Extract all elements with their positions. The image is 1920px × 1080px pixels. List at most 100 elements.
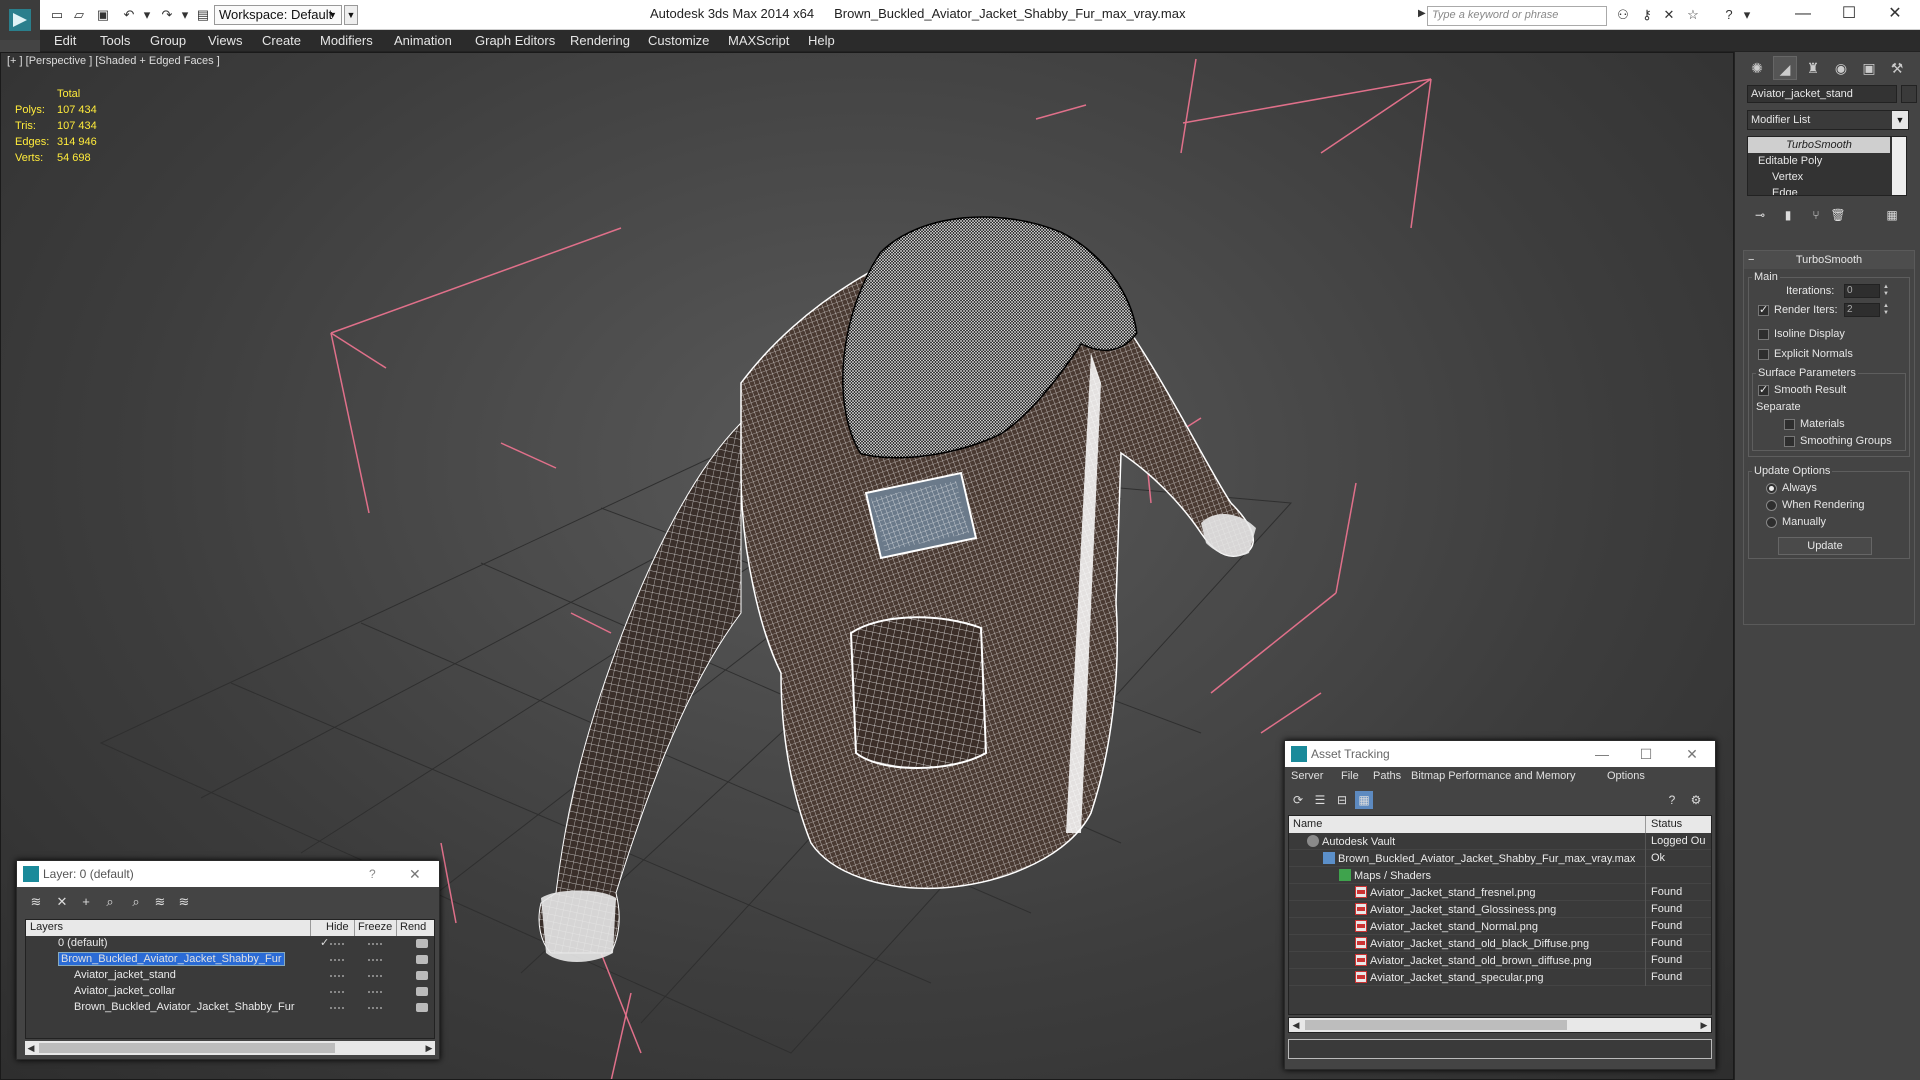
modifier-list-dropdown[interactable]: Modifier List ▼ xyxy=(1747,110,1909,130)
table-row[interactable]: Aviator_Jacket_stand_old_brown_diffuse.p… xyxy=(1289,952,1711,969)
menu-edit[interactable]: Edit xyxy=(54,33,76,48)
menu-rendering[interactable]: Rendering xyxy=(570,33,630,48)
communication-icon[interactable]: ✕ xyxy=(1660,6,1678,24)
render-teapot-icon[interactable] xyxy=(416,955,428,964)
redo-icon[interactable]: ↷ xyxy=(158,6,176,24)
pin-stack-icon[interactable]: ⊸ xyxy=(1751,206,1769,224)
column-name[interactable]: Name xyxy=(1293,818,1322,830)
help-dropdown-icon[interactable]: ▾ xyxy=(1738,6,1756,24)
layer-row[interactable]: Aviator_jacket_collar xyxy=(26,984,434,1000)
maximize-button[interactable]: ☐ xyxy=(1631,741,1661,767)
close-button[interactable]: ✕ xyxy=(1677,741,1707,767)
menu-graph-editors[interactable]: Graph Editors xyxy=(475,33,555,48)
explicit-normals-checkbox[interactable] xyxy=(1758,349,1769,360)
column-render[interactable]: Rend xyxy=(400,921,426,933)
render-teapot-icon[interactable] xyxy=(416,939,428,948)
menu-options[interactable]: Options xyxy=(1607,770,1645,782)
table-row[interactable]: Brown_Buckled_Aviator_Jacket_Shabby_Fur_… xyxy=(1289,850,1711,867)
viewport-label[interactable]: [+ ] [Perspective ] [Shaded + Edged Face… xyxy=(7,55,220,67)
display-tab-icon[interactable]: ▣ xyxy=(1857,56,1881,80)
layer-row[interactable]: Brown_Buckled_Aviator_Jacket_Shabby_Fur xyxy=(26,952,434,968)
scroll-thumb[interactable] xyxy=(1305,1020,1567,1030)
scroll-right-icon[interactable]: ▶ xyxy=(1697,1018,1711,1032)
undo-icon[interactable]: ↶ xyxy=(120,6,138,24)
manually-radio[interactable] xyxy=(1766,517,1777,528)
render-teapot-icon[interactable] xyxy=(416,987,428,996)
layer-row[interactable]: 0 (default) ✓ xyxy=(26,936,434,952)
update-button[interactable]: Update xyxy=(1778,537,1872,555)
asset-tracking-titlebar[interactable]: Asset Tracking — ☐ ✕ xyxy=(1285,741,1715,767)
favorites-star-icon[interactable]: ☆ xyxy=(1684,6,1702,24)
layer-horizontal-scrollbar[interactable]: ◀ ▶ xyxy=(25,1041,435,1055)
binoculars-icon[interactable]: ⚇ xyxy=(1614,6,1632,24)
menu-maxscript[interactable]: MAXScript xyxy=(728,33,789,48)
layer-row[interactable]: Brown_Buckled_Aviator_Jacket_Shabby_Fur xyxy=(26,1000,434,1016)
scroll-thumb[interactable] xyxy=(39,1043,335,1053)
when-rendering-radio[interactable] xyxy=(1766,500,1777,511)
save-file-icon[interactable]: ▣ xyxy=(94,6,112,24)
object-color-swatch[interactable] xyxy=(1901,85,1917,103)
menu-bitmap-performance[interactable]: Bitmap Performance and Memory xyxy=(1411,770,1575,782)
table-row[interactable]: Aviator_Jacket_stand_Glossiness.png Foun… xyxy=(1289,901,1711,918)
close-button[interactable]: ✕ xyxy=(409,861,421,887)
configure-sets-icon[interactable]: ▦ xyxy=(1883,206,1901,224)
create-tab-icon[interactable]: ✺ xyxy=(1745,56,1769,80)
smooth-result-checkbox[interactable] xyxy=(1758,383,1769,396)
spinner-arrows-icon[interactable]: ▲ ▼ xyxy=(1882,303,1890,317)
spinner-arrows-icon[interactable]: ▲ ▼ xyxy=(1882,284,1890,298)
stack-item-edge[interactable]: Edge xyxy=(1748,185,1890,195)
render-teapot-icon[interactable] xyxy=(416,1003,428,1012)
menu-customize[interactable]: Customize xyxy=(648,33,709,48)
asset-path-field[interactable] xyxy=(1288,1039,1712,1059)
app-menu-button[interactable] xyxy=(0,0,40,40)
help-icon[interactable]: ? xyxy=(1663,791,1681,809)
layer-row[interactable]: Aviator_jacket_stand xyxy=(26,968,434,984)
motion-tab-icon[interactable]: ◉ xyxy=(1829,56,1853,80)
layer-explorer-titlebar[interactable]: Layer: 0 (default) ? ✕ xyxy=(17,861,439,887)
render-iters-spinner[interactable]: 2 xyxy=(1844,303,1880,317)
make-unique-icon[interactable]: ⑂ xyxy=(1807,206,1825,224)
column-status[interactable]: Status xyxy=(1651,818,1682,830)
set-current-layer-icon[interactable]: ≋ xyxy=(151,893,169,911)
project-folder-icon[interactable]: ▤ xyxy=(194,6,212,24)
stack-item-vertex[interactable]: Vertex xyxy=(1748,169,1890,185)
refresh-icon[interactable]: ⟳ xyxy=(1289,791,1307,809)
minimize-button[interactable]: — xyxy=(1780,0,1826,30)
close-button[interactable]: ✕ xyxy=(1872,0,1918,30)
table-row[interactable]: Aviator_Jacket_stand_fresnel.png Found xyxy=(1289,884,1711,901)
scroll-left-icon[interactable]: ◀ xyxy=(1289,1018,1303,1032)
search-input[interactable]: Type a keyword or phrase xyxy=(1427,6,1607,26)
table-row[interactable]: Aviator_Jacket_stand_specular.png Found xyxy=(1289,969,1711,986)
list-view-icon[interactable]: ☰ xyxy=(1311,791,1329,809)
minimize-button[interactable]: — xyxy=(1587,741,1617,767)
table-row[interactable]: Aviator_Jacket_stand_Normal.png Found xyxy=(1289,918,1711,935)
menu-animation[interactable]: Animation xyxy=(394,33,452,48)
add-to-layer-icon[interactable]: + xyxy=(77,893,95,911)
menu-help[interactable]: Help xyxy=(808,33,835,48)
table-row[interactable]: Aviator_Jacket_stand_old_black_Diffuse.p… xyxy=(1289,935,1711,952)
materials-checkbox[interactable] xyxy=(1784,419,1795,430)
table-row[interactable]: Maps / Shaders xyxy=(1289,867,1711,884)
delete-layer-icon[interactable]: ✕ xyxy=(53,893,71,911)
table-view-icon[interactable]: ⊟ xyxy=(1333,791,1351,809)
menu-server[interactable]: Server xyxy=(1291,770,1323,782)
maximize-button[interactable]: ☐ xyxy=(1826,0,1872,30)
asset-horizontal-scrollbar[interactable]: ◀ ▶ xyxy=(1288,1017,1712,1033)
open-file-icon[interactable]: ▱ xyxy=(70,6,88,24)
menu-file[interactable]: File xyxy=(1341,770,1359,782)
modify-tab-icon[interactable]: ◢ xyxy=(1773,56,1797,80)
smoothing-groups-checkbox[interactable] xyxy=(1784,436,1795,447)
column-freeze[interactable]: Freeze xyxy=(358,921,392,933)
select-layer-icon[interactable]: ⌕ xyxy=(127,893,145,911)
render-iters-checkbox[interactable] xyxy=(1758,303,1769,316)
menu-paths[interactable]: Paths xyxy=(1373,770,1401,782)
help-icon[interactable]: ? xyxy=(369,861,376,887)
stack-item-turbosmooth[interactable]: TurboSmooth xyxy=(1748,137,1890,153)
remove-modifier-icon[interactable]: 🗑 xyxy=(1829,206,1847,224)
create-layer-icon[interactable]: ≋ xyxy=(27,893,45,911)
key-icon[interactable]: ⚷ xyxy=(1638,6,1656,24)
search-expand-icon[interactable]: ▶ xyxy=(1418,8,1426,19)
scroll-left-icon[interactable]: ◀ xyxy=(25,1041,37,1055)
table-row[interactable]: Autodesk Vault Logged Ou xyxy=(1289,833,1711,850)
always-radio[interactable] xyxy=(1766,483,1777,494)
